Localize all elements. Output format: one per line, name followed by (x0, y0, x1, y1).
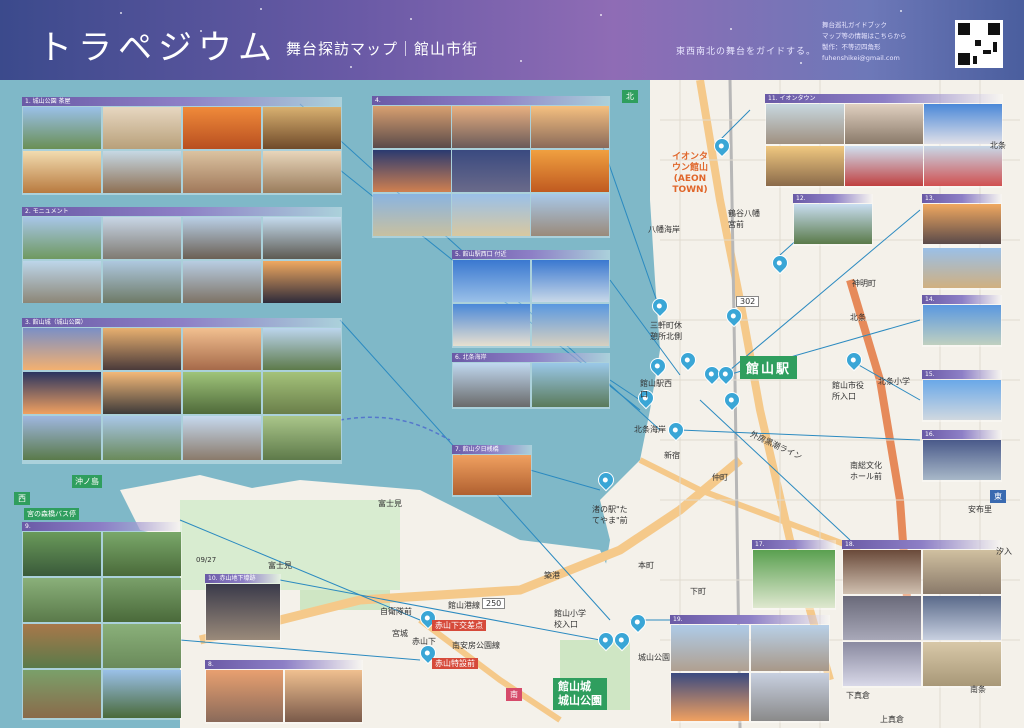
west-marker: 西 (14, 492, 30, 505)
label-miyagi: 宮城 (392, 629, 408, 638)
label-city-office: 館山市役 所入口 (832, 381, 864, 401)
label-shinmei: 神明町 (852, 279, 876, 288)
panel-3: 3. 館山城（城山公園） (22, 318, 342, 464)
panel-2: 2. モニュメント (22, 207, 342, 303)
label-fujimi: 富士見 (378, 499, 402, 508)
label-tsuruya: 鶴谷八幡 宮前 (728, 209, 760, 229)
north-marker: 北 (622, 90, 638, 103)
panel-10: 10. 赤山地下壕跡 (205, 574, 281, 642)
panel-1: 1. 城山公園 茶屋 (22, 97, 342, 195)
tateyama-castle-label[interactable]: 館山城 城山公園 (553, 678, 607, 710)
label-hojo: 北条 (850, 313, 866, 322)
label-minamijo: 南条 (970, 685, 986, 694)
panel-17: 17. (752, 540, 836, 610)
panel-14: 14. (922, 295, 1002, 347)
label-station-west: 館山駅西 口 (640, 379, 672, 399)
route-302: 302 (736, 296, 760, 307)
label-anfu: 安布里 (968, 505, 992, 514)
header-notes: 舞台巡礼ガイドブック マップ等の情報はこちらから 製作：不等辺四角形 fuhen… (822, 21, 907, 62)
label-shiono: 汐入 (996, 547, 1012, 556)
panel-5: 5. 館山駅西口 付近 (452, 250, 610, 348)
route-250: 250 (482, 598, 506, 609)
panel-7: 7. 館山夕日桟橋 (452, 445, 532, 497)
label-shiroyama: 城山公園 (638, 653, 670, 662)
panel-15: 15. (922, 370, 1002, 422)
label-jieitai: 自衛隊前 (380, 607, 412, 616)
panel-19: 19. (670, 615, 830, 723)
panel-9: 9. (22, 522, 182, 720)
aeon-town-label: イオンタ ウン館山 (AEON TOWN) (672, 152, 709, 195)
label-kitajo: 北条 (990, 141, 1006, 150)
label-nanbu: 南総文化 ホール前 (850, 461, 882, 481)
page-title: トラペジウム (38, 28, 278, 68)
panel-13: 13. (922, 194, 1002, 290)
label-akayama: 赤山下 (412, 637, 436, 646)
label-bus-stop: 宮の森橋バス停 (24, 508, 79, 520)
label-date: 09/27 (196, 556, 217, 564)
panel-12: 12. (793, 194, 873, 246)
panel-4: 4. (372, 96, 610, 238)
panel-16: 16. (922, 430, 1002, 482)
label-akayama-stop: 赤山下交差点 (432, 620, 486, 631)
label-shimo: 下町 (690, 587, 706, 596)
label-tateyama-school: 館山小学 校入口 (554, 609, 586, 629)
map-area[interactable]: 1. 城山公園 茶屋 2. モニュメント 3. 館山城（城山公園） 4. 5. … (0, 80, 1024, 728)
tagline: 東西南北の舞台をガイドする。 (676, 47, 817, 57)
label-hojo-coast: 北条海岸 (634, 425, 666, 434)
panel-8: 8. (205, 660, 363, 724)
header-banner: トラペジウム 舞台探訪マップ｜館山市街 東西南北の舞台をガイドする。 舞台巡礼ガ… (0, 0, 1024, 80)
label-tateyama-port: 館山港線 (448, 601, 480, 610)
label-nagisa: 渚の駅"たてやま"前 (592, 505, 628, 525)
panel-6: 6. 北条海岸 (452, 353, 610, 409)
label-nakamachi: 仲町 (712, 473, 728, 482)
panel-18: 18. (842, 540, 1002, 688)
page-subtitle: 舞台探訪マップ｜館山市街 (286, 40, 479, 58)
label-akayama-go: 赤山特設前 (432, 658, 478, 669)
panel-11: 11. イオンタウン (765, 94, 1003, 188)
label-chikujo: 築港 (544, 571, 560, 580)
okinoshima-label: 沖ノ島 (72, 475, 102, 488)
qr-code[interactable] (955, 20, 1003, 68)
east-marker: 東 (990, 490, 1006, 503)
south-marker: 南 (506, 688, 522, 701)
label-minami-awa: 南安房公園線 (452, 641, 500, 650)
label-honmachi: 本町 (638, 561, 654, 570)
label-hojo-school: 北条小学 (878, 377, 910, 386)
label-shinjuku: 新宿 (664, 451, 680, 460)
label-sangencho: 三軒町休 憩所北側 (650, 321, 682, 341)
tateyama-station-label[interactable]: 館山駅 (740, 356, 798, 379)
label-fujimi2: 富士見 (268, 561, 292, 570)
label-shimosanaka: 下真倉 (846, 691, 870, 700)
label-hachiman: 八幡海岸 (648, 225, 680, 234)
label-kamisanaka: 上真倉 (880, 715, 904, 724)
